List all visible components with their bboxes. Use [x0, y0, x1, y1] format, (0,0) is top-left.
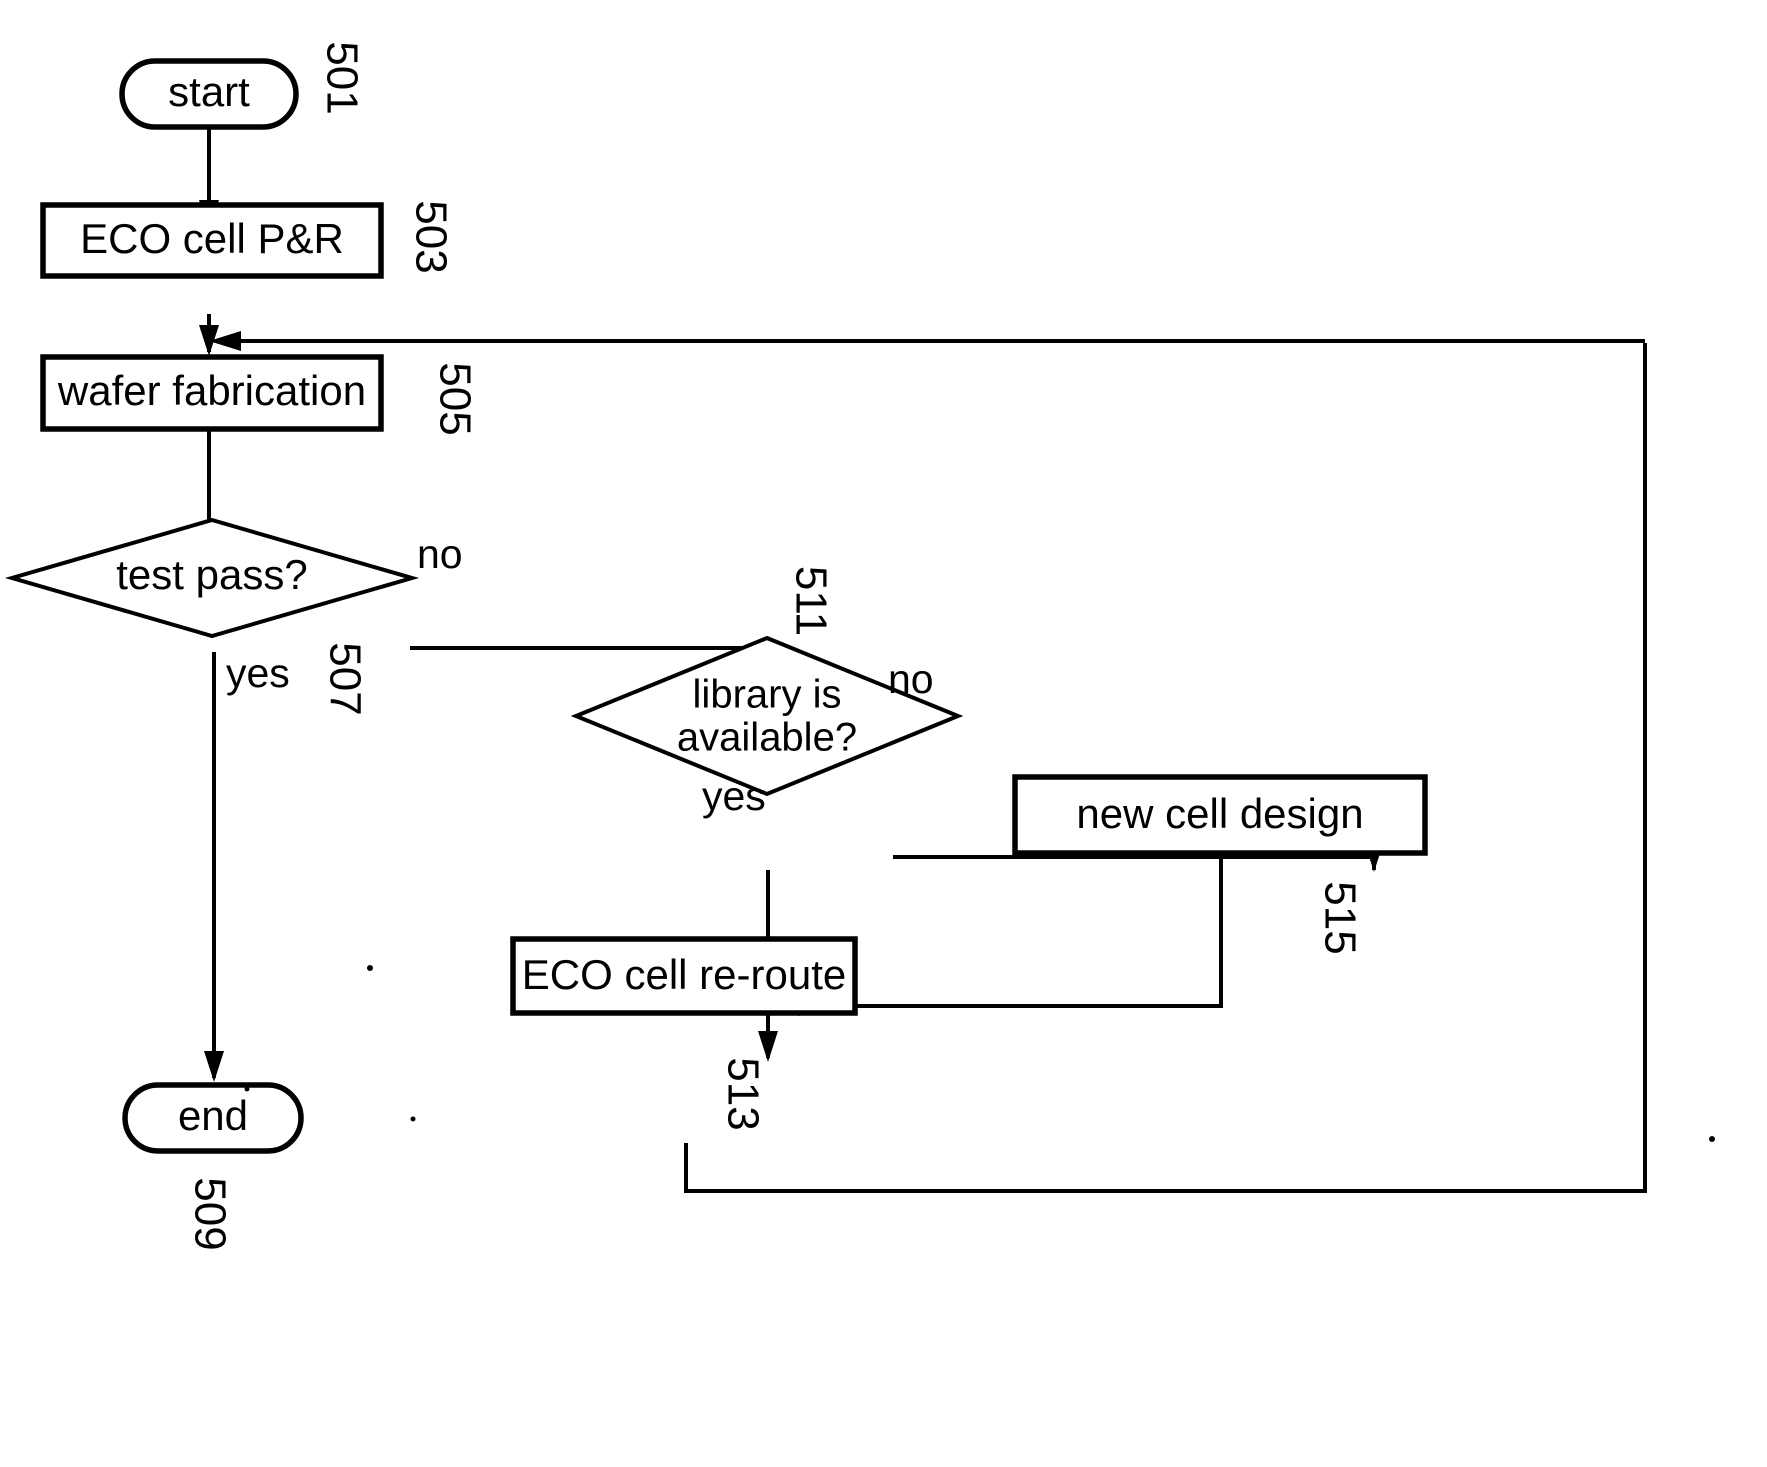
ref-numeral-507: 507: [320, 642, 369, 715]
scan-speck: [367, 965, 373, 971]
ref-numeral-511: 511: [786, 566, 835, 636]
node-library-available-label-line1: library is: [693, 673, 842, 717]
ref-numeral-509: 509: [185, 1177, 234, 1250]
ref-numeral-505: 505: [430, 362, 479, 435]
edge-feedback-into-wafer-path: [209, 331, 1645, 351]
scan-speck: [1709, 1136, 1715, 1142]
ref-numeral-513: 513: [718, 1057, 767, 1130]
scan-speck: [410, 1116, 416, 1122]
node-end-label: end: [178, 1092, 248, 1139]
node-new-cell-design[interactable]: new cell design: [1012, 774, 1428, 856]
node-test-pass[interactable]: test pass?: [4, 517, 420, 639]
node-wafer-fabrication[interactable]: wafer fabrication: [40, 354, 384, 432]
flowchart-svg: start ECO cell P&R wafer fabrication tes…: [4, 41, 1715, 1251]
edge-label-library-yes: yes: [702, 773, 766, 819]
node-test-pass-label: test pass?: [116, 551, 307, 598]
node-new-cell-design-label: new cell design: [1076, 790, 1363, 837]
edge-eco-cell-pr-to-wafer-fabrication: [199, 314, 219, 356]
node-eco-cell-pr-label: ECO cell P&R: [80, 215, 344, 262]
edge-label-library-no: no: [888, 656, 934, 702]
node-start-label: start: [168, 68, 250, 115]
ref-numeral-515: 515: [1315, 881, 1364, 954]
flowchart-canvas: start ECO cell P&R wafer fabrication tes…: [0, 0, 1767, 1467]
node-eco-cell-re-route[interactable]: ECO cell re-route: [510, 936, 858, 1016]
node-library-available-label-line2: available?: [677, 716, 857, 760]
edge-label-test-pass-no: no: [417, 531, 463, 577]
ref-numeral-501: 501: [317, 41, 366, 114]
node-start[interactable]: start: [119, 58, 299, 130]
ref-numeral-503: 503: [406, 200, 455, 273]
node-eco-cell-re-route-label: ECO cell re-route: [522, 951, 846, 998]
node-wafer-fabrication-label: wafer fabrication: [57, 367, 366, 414]
node-end[interactable]: end: [122, 1082, 304, 1154]
node-eco-cell-pr[interactable]: ECO cell P&R: [40, 202, 384, 279]
edge-test-pass-yes-to-end: [204, 652, 224, 1082]
scan-speck: [244, 1086, 250, 1092]
edge-label-test-pass-yes: yes: [226, 650, 290, 696]
